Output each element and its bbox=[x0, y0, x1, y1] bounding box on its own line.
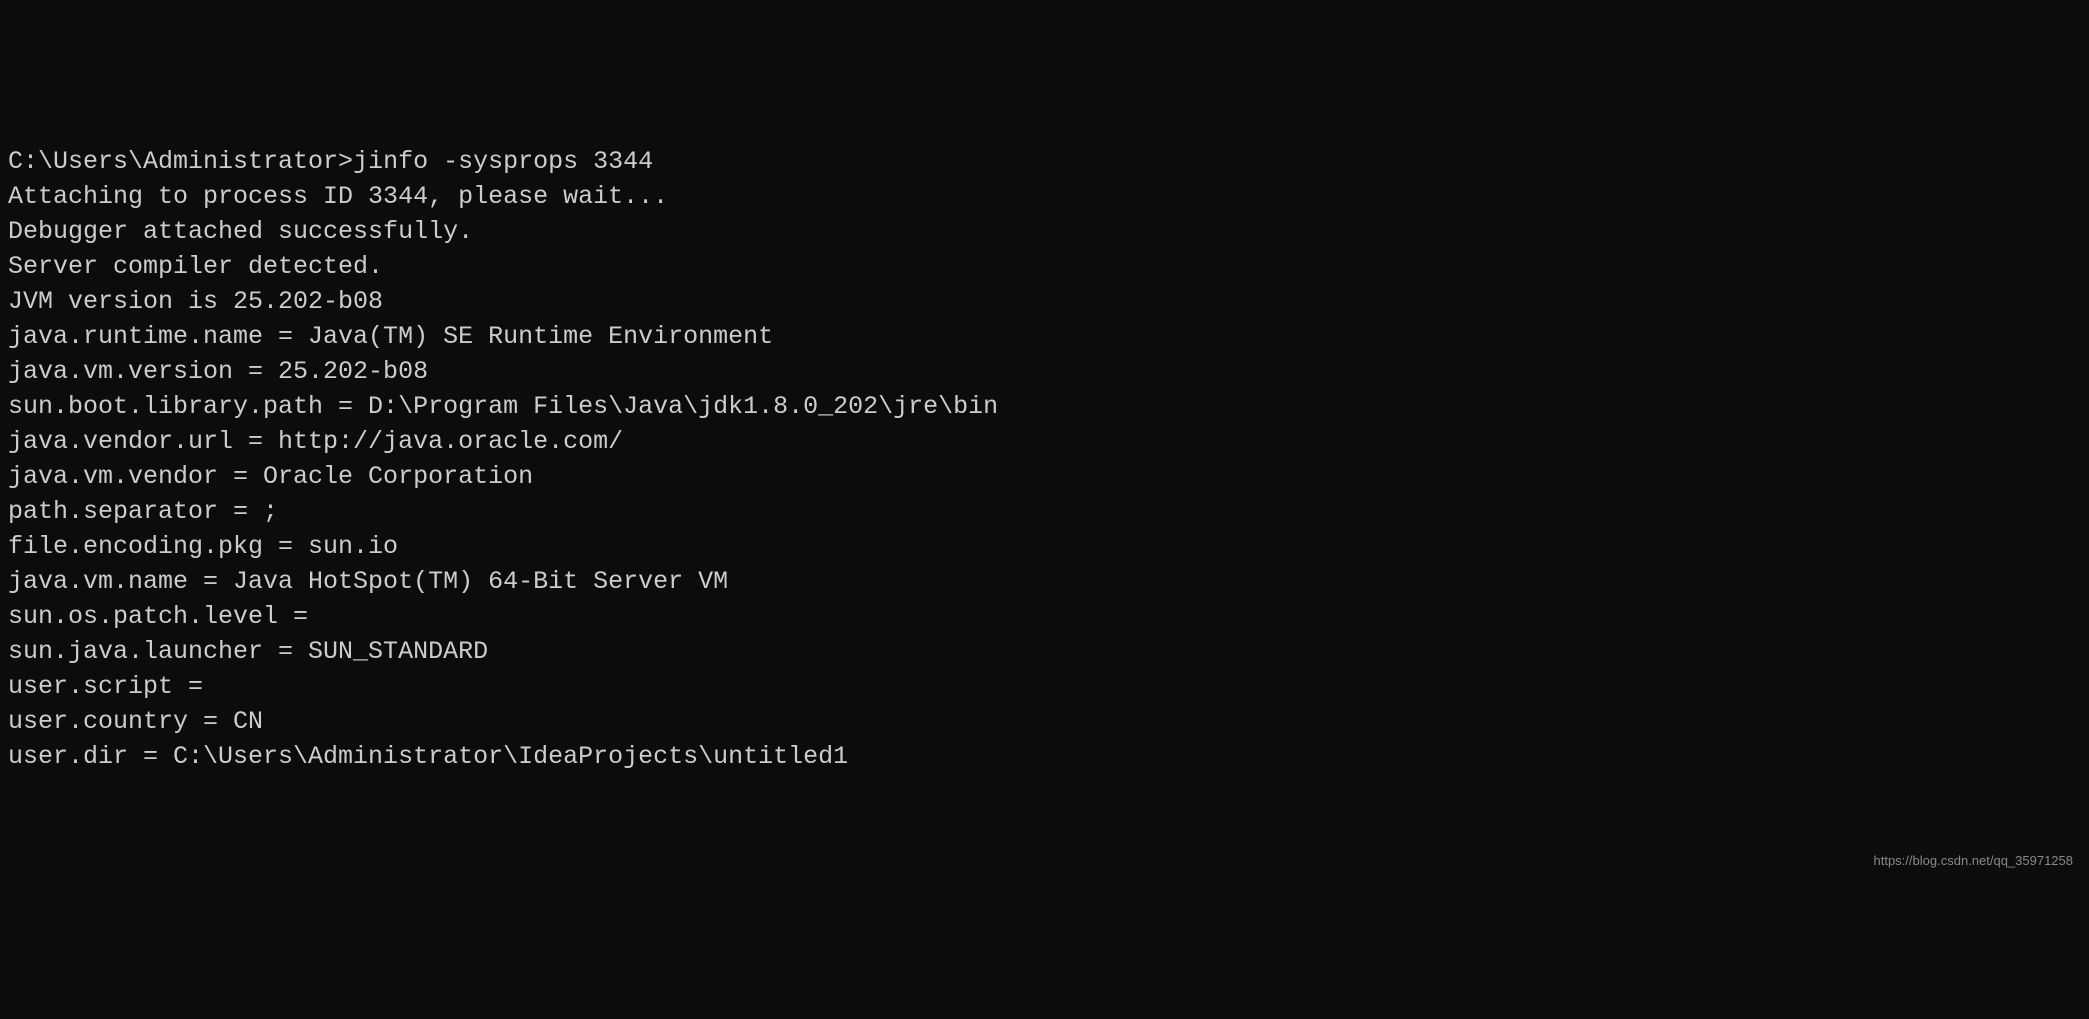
output-line: user.script = bbox=[8, 669, 2081, 704]
output-line: java.vendor.url = http://java.oracle.com… bbox=[8, 424, 2081, 459]
output-line: file.encoding.pkg = sun.io bbox=[8, 529, 2081, 564]
output-line: sun.java.launcher = SUN_STANDARD bbox=[8, 634, 2081, 669]
output-line: sun.os.patch.level = bbox=[8, 599, 2081, 634]
command: jinfo -sysprops 3344 bbox=[353, 147, 653, 176]
output-line: java.vm.vendor = Oracle Corporation bbox=[8, 459, 2081, 494]
output-line: sun.boot.library.path = D:\Program Files… bbox=[8, 389, 2081, 424]
output-line: java.vm.name = Java HotSpot(TM) 64-Bit S… bbox=[8, 564, 2081, 599]
output-line: Server compiler detected. bbox=[8, 249, 2081, 284]
output-line: java.vm.version = 25.202-b08 bbox=[8, 354, 2081, 389]
command-line: C:\Users\Administrator>jinfo -sysprops 3… bbox=[8, 144, 2081, 179]
prompt: C:\Users\Administrator> bbox=[8, 147, 353, 176]
terminal-output[interactable]: C:\Users\Administrator>jinfo -sysprops 3… bbox=[8, 144, 2081, 774]
output-line: path.separator = ; bbox=[8, 494, 2081, 529]
output-line: Attaching to process ID 3344, please wai… bbox=[8, 179, 2081, 214]
output-line: Debugger attached successfully. bbox=[8, 214, 2081, 249]
output-line: JVM version is 25.202-b08 bbox=[8, 284, 2081, 319]
output-line: java.runtime.name = Java(TM) SE Runtime … bbox=[8, 319, 2081, 354]
watermark: https://blog.csdn.net/qq_35971258 bbox=[1874, 852, 2074, 870]
output-line: user.dir = C:\Users\Administrator\IdeaPr… bbox=[8, 739, 2081, 774]
output-line: user.country = CN bbox=[8, 704, 2081, 739]
